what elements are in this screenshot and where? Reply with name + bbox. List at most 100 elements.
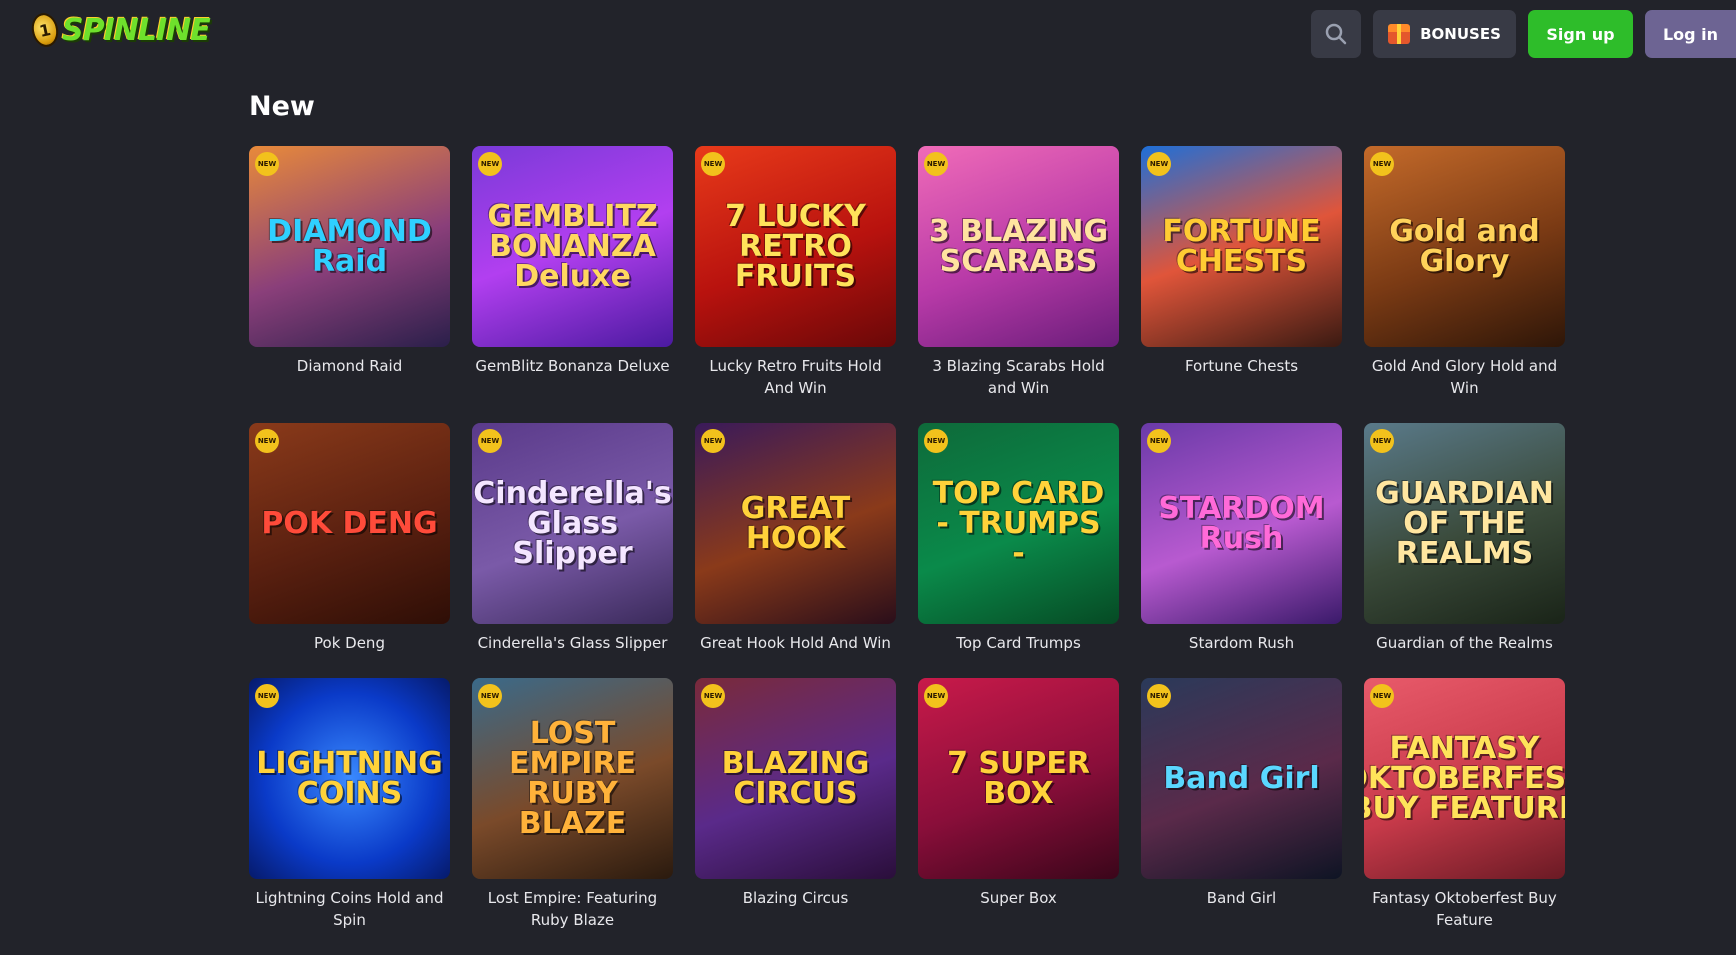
game-thumbnail[interactable]: NEW GUARDIAN OF THE REALMS bbox=[1364, 423, 1565, 624]
game-thumbnail[interactable]: NEW FORTUNE CHESTS bbox=[1141, 146, 1342, 347]
game-logo-art: TOP CARD - TRUMPS - bbox=[932, 475, 1105, 571]
game-logo-art: 3 BLAZING SCARABS bbox=[928, 213, 1109, 279]
game-logo-art: GUARDIAN OF THE REALMS bbox=[1375, 475, 1554, 571]
coin-logo-icon: 1 bbox=[28, 10, 62, 50]
game-thumbnail[interactable]: NEW 7 SUPER BOX bbox=[918, 678, 1119, 879]
new-badge: NEW bbox=[701, 152, 725, 176]
game-title[interactable]: 3 Blazing Scarabs Hold and Win bbox=[918, 355, 1119, 399]
game-thumbnail[interactable]: NEW GREAT HOOK bbox=[695, 423, 896, 624]
search-button[interactable] bbox=[1311, 10, 1361, 58]
bonuses-label: BONUSES bbox=[1420, 25, 1501, 43]
new-badge: NEW bbox=[478, 684, 502, 708]
game-thumbnail[interactable]: NEW Band Girl bbox=[1141, 678, 1342, 879]
sign-up-button[interactable]: Sign up bbox=[1528, 10, 1633, 58]
game-logo-art: POK DENG bbox=[261, 505, 438, 541]
new-badge: NEW bbox=[924, 684, 948, 708]
game-logo-art: Band Girl bbox=[1163, 760, 1320, 796]
new-badge: NEW bbox=[255, 152, 279, 176]
new-badge: NEW bbox=[1370, 684, 1394, 708]
game-title[interactable]: Diamond Raid bbox=[249, 355, 450, 377]
game-thumbnail[interactable]: NEW BLAZING CIRCUS bbox=[695, 678, 896, 879]
game-logo-art: 7 LUCKY RETRO FRUITS bbox=[725, 198, 866, 294]
game-thumbnail[interactable]: NEW STARDOM Rush bbox=[1141, 423, 1342, 624]
search-icon bbox=[1325, 23, 1347, 45]
game-logo-art: Cinderella's Glass Slipper bbox=[473, 475, 672, 571]
game-title[interactable]: Pok Deng bbox=[249, 632, 450, 654]
game-card[interactable]: NEW POK DENG Pok Deng bbox=[249, 423, 450, 678]
game-thumbnail[interactable]: NEW LOST EMPIRE RUBY BLAZE bbox=[472, 678, 673, 879]
game-title[interactable]: Guardian of the Realms bbox=[1364, 632, 1565, 654]
game-card[interactable]: NEW 7 SUPER BOX Super Box bbox=[918, 678, 1119, 955]
game-title[interactable]: Lucky Retro Fruits Hold And Win bbox=[695, 355, 896, 399]
game-card[interactable]: NEW Cinderella's Glass Slipper Cinderella'… bbox=[472, 423, 673, 678]
game-thumbnail[interactable]: NEW DIAMOND Raid bbox=[249, 146, 450, 347]
game-card[interactable]: NEW 7 LUCKY RETRO FRUITS Lucky Retro Fruit… bbox=[695, 146, 896, 423]
log-in-button[interactable]: Log in bbox=[1645, 10, 1736, 58]
game-card[interactable]: NEW TOP CARD - TRUMPS - Top Card Trumps bbox=[918, 423, 1119, 678]
game-title[interactable]: GemBlitz Bonanza Deluxe bbox=[472, 355, 673, 377]
game-card[interactable]: NEW GUARDIAN OF THE REALMS Guardian of the… bbox=[1364, 423, 1565, 678]
game-title[interactable]: Lost Empire: Featuring Ruby Blaze bbox=[472, 887, 673, 931]
game-thumbnail[interactable]: NEW 7 LUCKY RETRO FRUITS bbox=[695, 146, 896, 347]
game-card[interactable]: NEW DIAMOND Raid Diamond Raid bbox=[249, 146, 450, 423]
new-badge: NEW bbox=[1370, 152, 1394, 176]
new-badge: NEW bbox=[478, 152, 502, 176]
game-logo-art: Gold and Glory bbox=[1389, 213, 1540, 279]
game-title[interactable]: Band Girl bbox=[1141, 887, 1342, 909]
game-logo-art: LIGHTNING COINS bbox=[256, 745, 443, 811]
game-logo-art: 7 SUPER BOX bbox=[947, 745, 1090, 811]
new-badge: NEW bbox=[924, 152, 948, 176]
game-title[interactable]: Top Card Trumps bbox=[918, 632, 1119, 654]
game-card[interactable]: NEW LOST EMPIRE RUBY BLAZE Lost Empire: Fe… bbox=[472, 678, 673, 955]
new-badge: NEW bbox=[1370, 429, 1394, 453]
new-badge: NEW bbox=[255, 684, 279, 708]
header-actions: BONUSES Sign up Log in bbox=[1311, 10, 1736, 58]
game-logo-art: LOST EMPIRE RUBY BLAZE bbox=[508, 715, 637, 841]
game-title[interactable]: Fortune Chests bbox=[1141, 355, 1342, 377]
game-thumbnail[interactable]: NEW TOP CARD - TRUMPS - bbox=[918, 423, 1119, 624]
game-thumbnail[interactable]: NEW FANTASY OKTOBERFEST BUY FEATURE bbox=[1364, 678, 1565, 879]
game-card[interactable]: NEW STARDOM Rush Stardom Rush bbox=[1141, 423, 1342, 678]
game-title[interactable]: Fantasy Oktoberfest Buy Feature bbox=[1364, 887, 1565, 931]
game-thumbnail[interactable]: NEW Cinderella's Glass Slipper bbox=[472, 423, 673, 624]
game-title[interactable]: Stardom Rush bbox=[1141, 632, 1342, 654]
new-badge: NEW bbox=[701, 429, 725, 453]
game-thumbnail[interactable]: NEW 3 BLAZING SCARABS bbox=[918, 146, 1119, 347]
spinline-logo[interactable]: 1 SPINLINE bbox=[28, 8, 211, 52]
game-card[interactable]: NEW FORTUNE CHESTS Fortune Chests bbox=[1141, 146, 1342, 423]
section-title: New bbox=[249, 91, 315, 122]
game-card[interactable]: NEW BLAZING CIRCUS Blazing Circus bbox=[695, 678, 896, 955]
logo-text: SPINLINE bbox=[62, 12, 211, 48]
game-title[interactable]: Super Box bbox=[918, 887, 1119, 909]
game-card[interactable]: NEW Gold and Glory Gold And Glory Hold and… bbox=[1364, 146, 1565, 423]
new-badge: NEW bbox=[478, 429, 502, 453]
game-thumbnail[interactable]: NEW Gold and Glory bbox=[1364, 146, 1565, 347]
new-badge: NEW bbox=[255, 429, 279, 453]
game-card[interactable]: NEW Band Girl Band Girl bbox=[1141, 678, 1342, 955]
game-thumbnail[interactable]: NEW POK DENG bbox=[249, 423, 450, 624]
game-title[interactable]: Blazing Circus bbox=[695, 887, 896, 909]
new-badge: NEW bbox=[1147, 152, 1171, 176]
game-logo-art: FANTASY OKTOBERFEST BUY FEATURE bbox=[1364, 730, 1565, 826]
game-thumbnail[interactable]: NEW LIGHTNING COINS bbox=[249, 678, 450, 879]
new-badge: NEW bbox=[1147, 684, 1171, 708]
game-logo-art: BLAZING CIRCUS bbox=[721, 745, 870, 811]
game-title[interactable]: Gold And Glory Hold and Win bbox=[1364, 355, 1565, 399]
game-card[interactable]: NEW GEMBLITZ BONANZA Deluxe GemBlitz Bonan… bbox=[472, 146, 673, 423]
game-card[interactable]: NEW FANTASY OKTOBERFEST BUY FEATURE Fantas… bbox=[1364, 678, 1565, 955]
new-badge: NEW bbox=[701, 684, 725, 708]
game-grid: NEW DIAMOND Raid Diamond Raid NEW GEMBLITZ B… bbox=[249, 146, 1565, 955]
game-card[interactable]: NEW GREAT HOOK Great Hook Hold And Win bbox=[695, 423, 896, 678]
game-title[interactable]: Lightning Coins Hold and Spin bbox=[249, 887, 450, 931]
game-thumbnail[interactable]: NEW GEMBLITZ BONANZA Deluxe bbox=[472, 146, 673, 347]
game-card[interactable]: NEW LIGHTNING COINS Lightning Coins Hold a… bbox=[249, 678, 450, 955]
new-badge: NEW bbox=[924, 429, 948, 453]
game-card[interactable]: NEW 3 BLAZING SCARABS 3 Blazing Scarabs Ho… bbox=[918, 146, 1119, 423]
gift-icon bbox=[1388, 24, 1411, 44]
bonuses-button[interactable]: BONUSES bbox=[1373, 10, 1516, 58]
game-title[interactable]: Cinderella's Glass Slipper bbox=[472, 632, 673, 654]
game-logo-art: GREAT HOOK bbox=[740, 490, 851, 556]
top-header: 1 SPINLINE BONUSES Sign up Log in bbox=[0, 0, 1736, 68]
game-logo-art: FORTUNE CHESTS bbox=[1162, 213, 1321, 279]
game-title[interactable]: Great Hook Hold And Win bbox=[695, 632, 896, 654]
